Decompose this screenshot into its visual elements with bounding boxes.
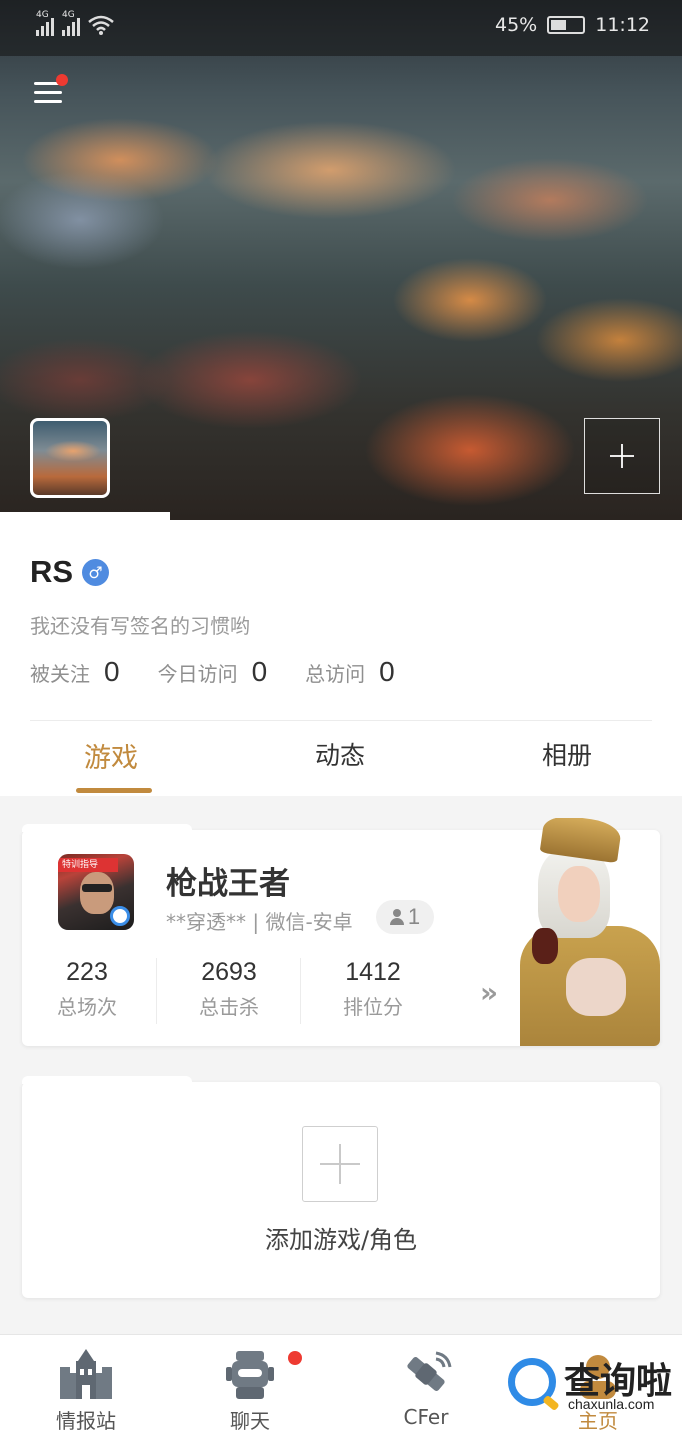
today-visits-label: 今日访问: [157, 662, 238, 686]
wifi-icon: [88, 15, 114, 35]
stat-label: 总击杀: [199, 995, 259, 1019]
game-icon-face: [80, 872, 114, 914]
stat-rank-score: 1412 排位分: [308, 958, 438, 1020]
robot-chat-icon: [226, 1351, 274, 1399]
nav-item-cfer[interactable]: CFer: [356, 1335, 496, 1438]
followers-label[interactable]: 被关注: [30, 658, 90, 687]
friends-count: 1: [407, 904, 421, 929]
plus-icon[interactable]: [302, 1126, 378, 1202]
status-bar: 4G 4G 45% 11:12: [0, 0, 682, 56]
more-arrow-icon[interactable]: »: [480, 976, 498, 1009]
today-visits-count: 0: [251, 656, 268, 687]
watermark-url: chaxunla.com: [568, 1396, 655, 1412]
battery-percent: 45%: [495, 14, 538, 36]
clock: 11:12: [595, 14, 650, 36]
nav-label: 聊天: [230, 1409, 270, 1433]
game-card[interactable]: 特训指导 枪战王者 **穿透** | 微信-安卓 1 223 总场次 2693 …: [22, 818, 660, 1046]
card-notch: [22, 824, 192, 832]
stat-value: 2693: [201, 958, 257, 986]
friends-badge[interactable]: 1: [376, 900, 434, 934]
stat-total-matches: 223 总场次: [22, 958, 152, 1020]
add-photo-button[interactable]: [584, 418, 660, 494]
game-account-info: **穿透** | 微信-安卓: [166, 910, 353, 934]
total-visits-label: 总访问: [305, 662, 366, 686]
person-icon: [389, 909, 404, 925]
signature-text[interactable]: 我还没有写签名的习惯哟: [30, 610, 250, 639]
game-title: 枪战王者: [166, 866, 290, 902]
avatar[interactable]: [30, 418, 110, 498]
stat-value: 1412: [345, 958, 401, 986]
character-glove: [532, 928, 558, 964]
username: RS: [30, 554, 74, 589]
gender-male-icon: ♂: [82, 559, 109, 586]
qq-logo-icon: [110, 906, 130, 926]
add-game-label[interactable]: 添加游戏/角色: [22, 1220, 660, 1255]
nav-item-chat[interactable]: 聊天: [180, 1335, 320, 1438]
active-tab-indicator: [76, 788, 152, 793]
game-icon-banner: 特训指导: [58, 858, 118, 872]
card-notch: [22, 1076, 192, 1084]
character-face: [558, 866, 600, 922]
game-icon: 特训指导: [58, 854, 134, 930]
tab-games[interactable]: 游戏: [84, 736, 138, 775]
total-visits-count: 0: [379, 656, 395, 687]
cellular-signal-icon: 4G: [36, 10, 54, 36]
menu-icon-line: [34, 100, 62, 103]
menu-button[interactable]: [32, 74, 68, 108]
game-character-image: [514, 818, 660, 1046]
watermark-logo: 查询啦 chaxunla.com: [508, 1352, 678, 1416]
cellular-signal-icon: 4G: [62, 10, 80, 36]
stat-total-kills: 2693 总击杀: [164, 958, 294, 1020]
nav-label: 情报站: [56, 1409, 116, 1433]
notification-dot: [56, 74, 68, 86]
profile-tabs: 游戏 动态 相册: [0, 736, 682, 796]
followers-count[interactable]: 0: [104, 656, 120, 688]
profile-section: RS ♂ 我还没有写签名的习惯哟 被关注 0 今日访问 0 总访问 0 游戏 动…: [0, 512, 682, 796]
stat-divider: [300, 958, 301, 1024]
game-icon-glasses: [82, 884, 112, 892]
character-chest: [566, 958, 626, 1016]
nav-label: CFer: [403, 1405, 449, 1429]
stat-label: 总场次: [57, 995, 117, 1019]
battery-icon: [547, 16, 586, 34]
castle-icon: [60, 1349, 112, 1399]
tab-album[interactable]: 相册: [542, 736, 592, 772]
divider: [30, 720, 652, 721]
chat-notification-dot: [288, 1351, 302, 1365]
stat-label: 排位分: [343, 995, 403, 1019]
menu-icon-line: [34, 91, 62, 94]
satellite-icon: [407, 1351, 452, 1391]
nav-item-intel[interactable]: 情报站: [16, 1335, 156, 1438]
profile-stats: 被关注 0 今日访问 0 总访问 0: [30, 656, 433, 688]
tab-moments[interactable]: 动态: [315, 736, 365, 772]
stat-divider: [156, 958, 157, 1024]
profile-notch: [0, 512, 170, 520]
stat-value: 223: [66, 958, 108, 986]
watermark-q-icon: [508, 1358, 556, 1406]
cover-photo[interactable]: 4G 4G 45% 11:12: [0, 0, 682, 520]
add-game-card[interactable]: 添加游戏/角色: [22, 1076, 660, 1298]
